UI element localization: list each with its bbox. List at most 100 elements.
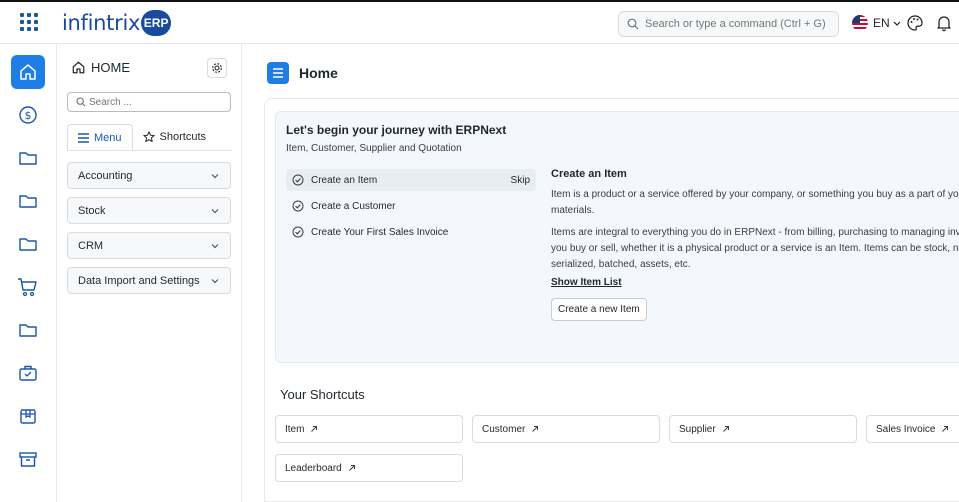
top-navbar: infintrix ERP EN — [0, 0, 959, 44]
rail-folder-1[interactable] — [11, 141, 45, 175]
briefcase-icon — [19, 365, 37, 381]
check-circle-icon — [292, 174, 304, 186]
step-label: Create Your First Sales Invoice — [311, 226, 449, 238]
gear-icon — [212, 63, 222, 73]
rail-folder-4[interactable] — [11, 313, 45, 347]
sidebar-header: HOME — [71, 60, 130, 75]
step-detail-text: Items are integral to everything you do … — [551, 227, 959, 238]
box-icon — [20, 409, 36, 424]
onboarding-step-create-customer[interactable]: Create a Customer — [286, 195, 536, 217]
show-item-list-link[interactable]: Show Item List — [551, 277, 622, 288]
arrow-up-right-icon — [942, 426, 949, 432]
sidebar-item-crm[interactable]: CRM — [67, 232, 231, 259]
rail-selling[interactable] — [11, 270, 45, 304]
tab-shortcuts-label: Shortcuts — [159, 131, 206, 143]
awesomebar-input[interactable] — [645, 18, 835, 30]
language-label: EN — [873, 16, 890, 30]
awesomebar[interactable] — [618, 11, 839, 37]
chevron-down-icon — [211, 173, 219, 178]
cart-icon — [18, 278, 37, 297]
sidebar-item-label: Stock — [78, 204, 106, 217]
step-detail-title: Create an Item — [551, 168, 627, 180]
sidebar-settings-button[interactable] — [207, 58, 227, 78]
rail-folder-3[interactable] — [11, 227, 45, 261]
folder-icon — [19, 195, 37, 208]
shortcut-item[interactable]: Item — [275, 415, 463, 443]
home-icon — [72, 61, 85, 74]
shortcut-label: Customer — [482, 423, 526, 435]
shortcuts-title: Your Shortcuts — [280, 387, 365, 402]
grid-icon[interactable] — [20, 13, 38, 31]
shortcut-label: Sales Invoice — [876, 423, 936, 435]
flag-icon — [852, 15, 868, 31]
step-detail-text: you buy or sell, whether it is a physica… — [551, 243, 959, 254]
bell-icon[interactable] — [935, 14, 953, 32]
onboarding-widget: Let's begin your journey with ERPNext It… — [275, 111, 959, 363]
shortcut-sales-invoice[interactable]: Sales Invoice — [866, 415, 959, 443]
rail-archive[interactable] — [11, 442, 45, 476]
chevron-down-icon — [211, 243, 219, 248]
folder-icon — [19, 238, 37, 251]
workspace-sidebar: HOME Menu Shortcuts Accounting Stock CRM… — [57, 44, 242, 502]
workspace-rail: $ — [0, 44, 57, 502]
sidebar-toggle-button[interactable] — [267, 62, 289, 84]
shortcut-customer[interactable]: Customer — [472, 415, 660, 443]
rail-briefcase[interactable] — [11, 356, 45, 390]
shortcut-supplier[interactable]: Supplier — [669, 415, 857, 443]
app-logo[interactable]: infintrix ERP — [62, 9, 172, 37]
step-detail-text: serialized, batched, assets, etc. — [551, 259, 691, 270]
folder-icon — [19, 152, 37, 165]
rail-folder-2[interactable] — [11, 184, 45, 218]
rail-home[interactable] — [11, 55, 45, 89]
sidebar-tabs: Menu Shortcuts — [67, 124, 216, 150]
chevron-down-icon — [893, 21, 901, 26]
onboarding-step-create-item[interactable]: Create an Item Skip — [286, 169, 536, 191]
onboarding-step-sales-invoice[interactable]: Create Your First Sales Invoice — [286, 221, 536, 243]
search-icon — [76, 97, 86, 107]
sidebar-item-label: CRM — [78, 239, 104, 252]
palette-icon[interactable] — [906, 14, 924, 32]
skip-step-button[interactable]: Skip — [511, 175, 530, 186]
shortcut-leaderboard[interactable]: Leaderboard — [275, 454, 463, 482]
sidebar-item-stock[interactable]: Stock — [67, 197, 231, 224]
home-icon — [20, 64, 36, 80]
logo-wordmark: infintrix — [62, 11, 141, 35]
rail-accounting[interactable]: $ — [11, 98, 45, 132]
sidebar-item-label: Accounting — [78, 169, 133, 182]
chevron-down-icon — [211, 208, 219, 213]
logo-badge: ERP — [141, 10, 172, 36]
shortcut-label: Leaderboard — [285, 462, 342, 474]
check-circle-icon — [292, 226, 304, 238]
folder-icon — [19, 324, 37, 337]
step-detail-text: Item is a product or a service offered b… — [551, 189, 959, 200]
svg-text:$: $ — [25, 109, 32, 122]
step-label: Create a Customer — [311, 200, 396, 212]
arrow-up-right-icon — [311, 426, 318, 432]
dollar-icon: $ — [19, 106, 37, 124]
sidebar-item-data-import[interactable]: Data Import and Settings — [67, 267, 231, 294]
sidebar-item-accounting[interactable]: Accounting — [67, 162, 231, 189]
create-new-item-button[interactable]: Create a new Item — [551, 298, 647, 321]
language-selector[interactable]: EN — [852, 15, 902, 31]
menu-icon — [273, 68, 283, 78]
arrow-up-right-icon — [348, 465, 355, 471]
page-title: Home — [299, 65, 338, 81]
sidebar-search[interactable] — [67, 92, 231, 112]
sidebar-title: HOME — [91, 60, 130, 75]
main-content: Home Let's begin your journey with ERPNe… — [242, 44, 959, 502]
check-circle-icon — [292, 200, 304, 212]
step-label: Create an Item — [311, 174, 378, 186]
sidebar-item-label: Data Import and Settings — [78, 274, 200, 287]
menu-icon — [78, 132, 89, 143]
sidebar-search-input[interactable] — [89, 96, 219, 108]
tabs-divider — [67, 150, 232, 151]
arrow-up-right-icon — [532, 426, 539, 432]
rail-box[interactable] — [11, 399, 45, 433]
arrow-up-right-icon — [722, 426, 729, 432]
search-icon — [627, 18, 639, 30]
tab-shortcuts[interactable]: Shortcuts — [133, 124, 216, 150]
chevron-down-icon — [211, 278, 219, 283]
tab-menu[interactable]: Menu — [67, 124, 133, 150]
onboarding-title: Let's begin your journey with ERPNext — [286, 123, 507, 137]
page-header: Home — [267, 62, 338, 84]
